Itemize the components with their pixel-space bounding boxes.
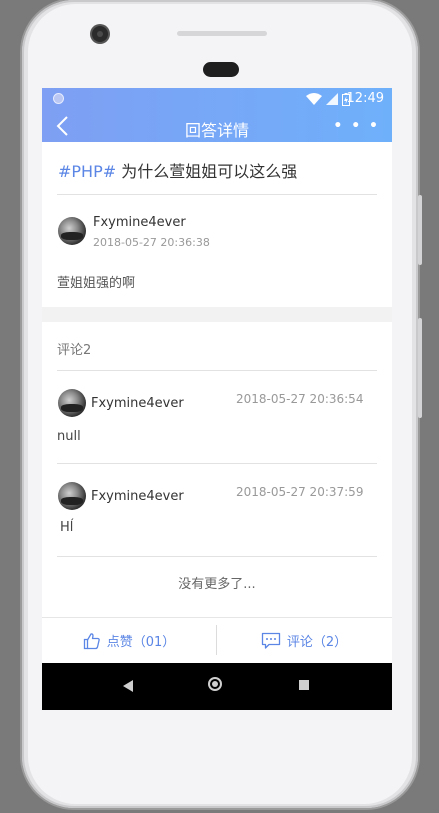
divider <box>57 556 377 557</box>
notification-dot-icon <box>53 93 64 104</box>
question-tag[interactable]: #PHP# <box>58 162 116 181</box>
comment-label: 评论（2） <box>286 635 348 650</box>
answer-card: #PHP# 为什么萱姐姐可以这么强 Fxymine4ever 2018-05-2… <box>42 142 392 307</box>
nav-back-icon[interactable] <box>123 680 133 692</box>
app-screen: 12:49 回答详情 • • • #PHP# 为什么萱姐姐可以这么强 Fxymi… <box>42 88 392 710</box>
comment-author-name[interactable]: Fxymine4ever <box>91 489 184 504</box>
power-button <box>418 318 422 418</box>
divider <box>57 194 377 195</box>
nav-recents-icon[interactable] <box>299 680 309 690</box>
answer-author-avatar[interactable] <box>58 217 86 245</box>
answer-body: 萱姐姐强的啊 <box>57 276 136 291</box>
action-bar: 点赞（01） 评论（2） <box>42 617 392 663</box>
status-bar: 12:49 <box>42 88 392 110</box>
comment-bubble-icon <box>261 632 281 649</box>
nav-home-icon[interactable] <box>208 677 222 691</box>
wifi-icon <box>306 93 322 105</box>
comment-body: Hĺ <box>60 520 74 535</box>
system-nav-bar <box>42 663 392 710</box>
comment-body: null <box>57 429 81 444</box>
comment-button[interactable]: 评论（2） <box>217 618 391 663</box>
signal-icon <box>326 93 338 105</box>
front-camera <box>92 26 108 42</box>
no-more-text: 没有更多了... <box>178 577 256 592</box>
comments-section: 评论2 Fxymine4ever 2018-05-27 20:36:54 nul… <box>42 322 392 663</box>
comment-author-avatar[interactable] <box>58 482 86 510</box>
like-label: 点赞（01） <box>106 635 176 650</box>
comment-author-name[interactable]: Fxymine4ever <box>91 396 184 411</box>
question-title[interactable]: #PHP# 为什么萱姐姐可以这么强 <box>58 158 297 182</box>
status-time: 12:49 <box>346 91 384 106</box>
comment-time: 2018-05-27 20:36:54 <box>236 392 364 406</box>
divider <box>57 463 377 464</box>
comment-author-avatar[interactable] <box>58 389 86 417</box>
answer-time: 2018-05-27 20:36:38 <box>93 236 210 249</box>
divider <box>57 370 377 371</box>
comments-count: 评论2 <box>57 343 92 358</box>
like-button[interactable]: 点赞（01） <box>42 618 216 663</box>
earpiece-speaker <box>203 62 239 77</box>
answer-author-name[interactable]: Fxymine4ever <box>93 215 186 230</box>
volume-button <box>418 195 422 265</box>
comment-time: 2018-05-27 20:37:59 <box>236 485 364 499</box>
content-area: #PHP# 为什么萱姐姐可以这么强 Fxymine4ever 2018-05-2… <box>42 142 392 663</box>
thumbs-up-icon <box>83 632 100 649</box>
top-slot <box>177 31 267 36</box>
more-options-button[interactable]: • • • <box>333 118 380 134</box>
status-icons <box>306 92 350 106</box>
question-text: 为什么萱姐姐可以这么强 <box>116 162 298 181</box>
title-bar: 回答详情 • • • <box>42 110 392 142</box>
